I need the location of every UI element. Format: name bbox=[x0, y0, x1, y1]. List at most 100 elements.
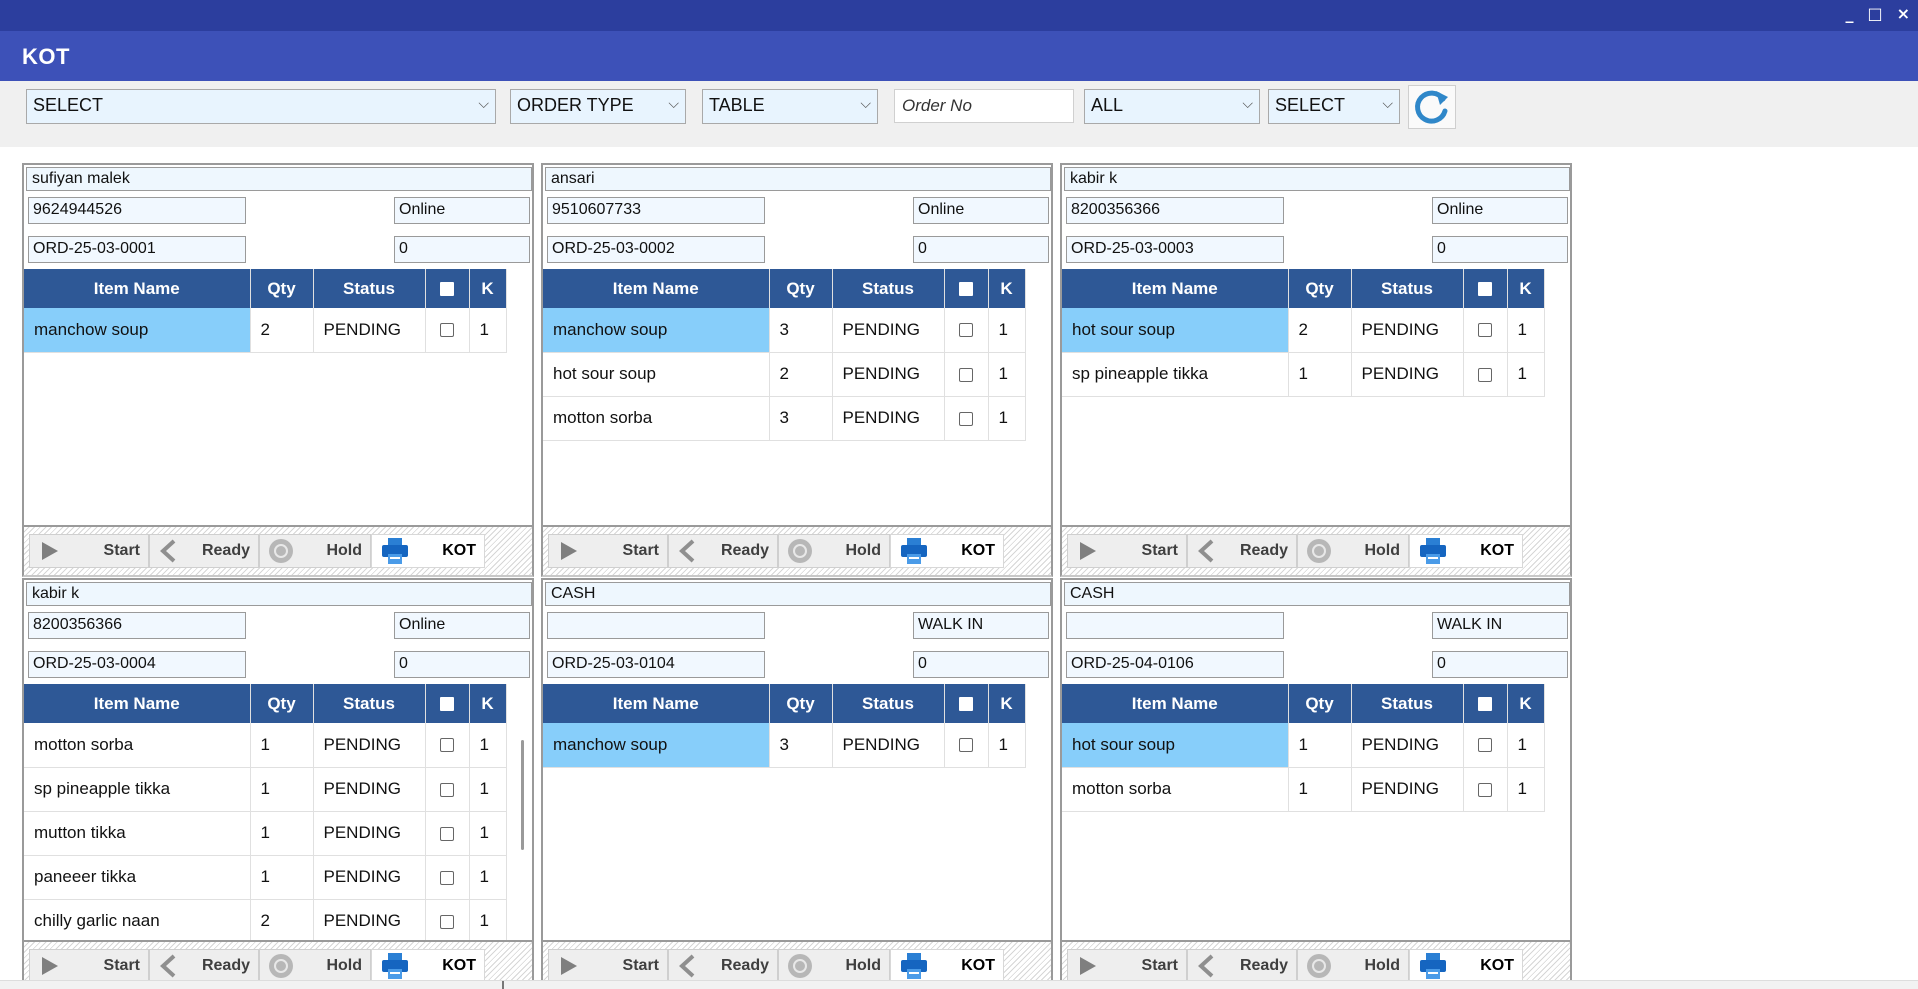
table-row[interactable]: motton sorba 1 PENDING 1 bbox=[1062, 767, 1545, 812]
select-dropdown[interactable]: SELECT ⌵ bbox=[26, 89, 496, 124]
start-button[interactable]: Start bbox=[548, 949, 668, 983]
row-checkbox[interactable] bbox=[440, 870, 454, 885]
row-checkbox-cell bbox=[1463, 308, 1508, 353]
hold-button[interactable]: Hold bbox=[778, 534, 890, 568]
table-row[interactable]: manchow soup 3 PENDING 1 bbox=[543, 308, 1026, 353]
minimize-button[interactable]: _ bbox=[1845, 4, 1853, 24]
refresh-icon bbox=[1415, 90, 1448, 124]
printer-icon bbox=[380, 952, 410, 980]
kot-print-button[interactable]: KOT bbox=[371, 949, 485, 983]
table-row[interactable]: chilly garlic naan 2 PENDING 1 bbox=[24, 899, 507, 944]
hold-button[interactable]: Hold bbox=[259, 534, 371, 568]
phone-field: 9510607733 bbox=[547, 197, 765, 224]
status-cell: PENDING bbox=[313, 767, 426, 812]
row-checkbox[interactable] bbox=[1478, 323, 1492, 338]
start-button-label: Start bbox=[103, 542, 140, 559]
row-checkbox[interactable] bbox=[959, 738, 973, 753]
ready-button[interactable]: Ready bbox=[149, 534, 259, 568]
status-cell: PENDING bbox=[1351, 308, 1464, 353]
start-button[interactable]: Start bbox=[1067, 949, 1187, 983]
start-button[interactable]: Start bbox=[1067, 534, 1187, 568]
start-button[interactable]: Start bbox=[29, 949, 149, 983]
table-row[interactable]: hot sour soup 1 PENDING 1 bbox=[1062, 723, 1545, 768]
k-cell: 1 bbox=[988, 352, 1026, 397]
hold-button[interactable]: Hold bbox=[1297, 949, 1409, 983]
qty-cell: 2 bbox=[769, 352, 833, 397]
select-all-checkbox[interactable] bbox=[440, 282, 454, 297]
table-row[interactable]: motton sorba 3 PENDING 1 bbox=[543, 396, 1026, 441]
row-checkbox-cell bbox=[425, 899, 470, 944]
row-checkbox[interactable] bbox=[1478, 782, 1492, 797]
kot-print-button[interactable]: KOT bbox=[1409, 534, 1523, 568]
vertical-scrollbar[interactable] bbox=[521, 740, 524, 850]
k-cell: 1 bbox=[988, 396, 1026, 441]
item-name-cell: motton sorba bbox=[1062, 767, 1289, 812]
table-row[interactable]: sp pineapple tikka 1 PENDING 1 bbox=[24, 767, 507, 812]
col-header-k: K bbox=[1507, 269, 1545, 308]
table-row[interactable]: sp pineapple tikka 1 PENDING 1 bbox=[1062, 352, 1545, 397]
select-all-checkbox[interactable] bbox=[1478, 282, 1492, 297]
row-checkbox[interactable] bbox=[440, 323, 454, 338]
status-cell: PENDING bbox=[1351, 767, 1464, 812]
card-action-bar: Start Ready Hold KOT bbox=[543, 525, 1051, 575]
kot-print-button[interactable]: KOT bbox=[1409, 949, 1523, 983]
kot-print-button[interactable]: KOT bbox=[890, 534, 1004, 568]
printer-icon bbox=[899, 952, 929, 980]
col-header-select bbox=[425, 684, 470, 723]
item-name-cell: mutton tikka bbox=[24, 811, 251, 856]
order-type-dropdown[interactable]: ORDER TYPE ⌵ bbox=[510, 89, 686, 124]
select-all-checkbox[interactable] bbox=[959, 282, 973, 297]
select-all-checkbox[interactable] bbox=[959, 697, 973, 712]
close-button[interactable]: × bbox=[1897, 4, 1910, 24]
row-checkbox[interactable] bbox=[440, 782, 454, 797]
ready-button[interactable]: Ready bbox=[1187, 949, 1297, 983]
table-row[interactable]: manchow soup 2 PENDING 1 bbox=[24, 308, 507, 353]
col-header-select bbox=[944, 269, 989, 308]
table-row[interactable]: motton sorba 1 PENDING 1 bbox=[24, 723, 507, 768]
start-button[interactable]: Start bbox=[29, 534, 149, 568]
row-checkbox[interactable] bbox=[440, 914, 454, 929]
ready-button[interactable]: Ready bbox=[1187, 534, 1297, 568]
row-checkbox[interactable] bbox=[1478, 367, 1492, 382]
row-checkbox[interactable] bbox=[959, 411, 973, 426]
kot-print-button[interactable]: KOT bbox=[371, 534, 485, 568]
play-icon bbox=[38, 540, 60, 562]
ready-button[interactable]: Ready bbox=[668, 534, 778, 568]
table-row[interactable]: paneeer tikka 1 PENDING 1 bbox=[24, 855, 507, 900]
col-header-item-name: Item Name bbox=[24, 269, 251, 308]
table-row[interactable]: hot sour soup 2 PENDING 1 bbox=[1062, 308, 1545, 353]
row-checkbox[interactable] bbox=[1478, 738, 1492, 753]
item-name-cell: chilly garlic naan bbox=[24, 899, 251, 944]
hold-button[interactable]: Hold bbox=[1297, 534, 1409, 568]
row-checkbox[interactable] bbox=[440, 826, 454, 841]
row-checkbox[interactable] bbox=[959, 323, 973, 338]
table-row[interactable]: manchow soup 3 PENDING 1 bbox=[543, 723, 1026, 768]
table-row[interactable]: hot sour soup 2 PENDING 1 bbox=[543, 352, 1026, 397]
hold-button[interactable]: Hold bbox=[778, 949, 890, 983]
hold-button[interactable]: Hold bbox=[259, 949, 371, 983]
kot-print-button[interactable]: KOT bbox=[890, 949, 1004, 983]
select-all-checkbox[interactable] bbox=[440, 697, 454, 712]
refresh-button[interactable] bbox=[1408, 85, 1456, 129]
order-no-input[interactable]: Order No bbox=[894, 89, 1074, 123]
maximize-button[interactable]: □ bbox=[1867, 4, 1882, 24]
select-all-checkbox[interactable] bbox=[1478, 697, 1492, 712]
status-cell: PENDING bbox=[832, 396, 945, 441]
col-header-item-name: Item Name bbox=[24, 684, 251, 723]
play-icon bbox=[38, 955, 60, 977]
ready-button-label: Ready bbox=[1239, 957, 1288, 974]
row-checkbox[interactable] bbox=[959, 367, 973, 382]
table-row[interactable]: mutton tikka 1 PENDING 1 bbox=[24, 811, 507, 856]
count-field: 0 bbox=[1432, 651, 1568, 678]
select2-dropdown[interactable]: SELECT ⌵ bbox=[1268, 89, 1400, 124]
ready-button[interactable]: Ready bbox=[149, 949, 259, 983]
start-button[interactable]: Start bbox=[548, 534, 668, 568]
ready-button-label: Ready bbox=[201, 957, 250, 974]
start-button-label: Start bbox=[622, 957, 659, 974]
count-field: 0 bbox=[913, 651, 1049, 678]
status-filter-dropdown[interactable]: ALL ⌵ bbox=[1084, 89, 1260, 124]
ready-button[interactable]: Ready bbox=[668, 949, 778, 983]
table-dropdown[interactable]: TABLE ⌵ bbox=[702, 89, 878, 124]
qty-cell: 1 bbox=[250, 723, 314, 768]
row-checkbox[interactable] bbox=[440, 738, 454, 753]
